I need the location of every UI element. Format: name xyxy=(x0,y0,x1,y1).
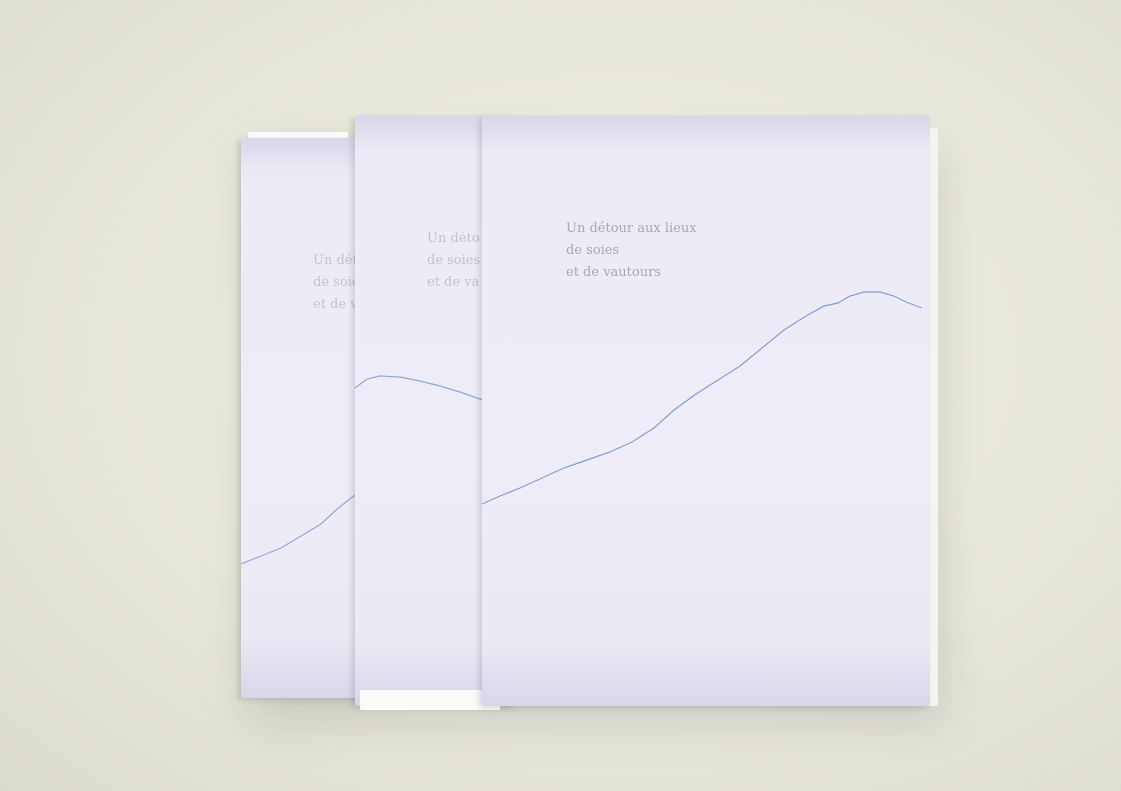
photo-scene: Un dét de soie et de va Un déto de soies… xyxy=(0,0,1121,791)
book-front-mountain-line xyxy=(482,291,923,505)
page-edge-bottom xyxy=(360,690,500,710)
book-front: Un détour aux lieux de soies et de vauto… xyxy=(482,116,930,706)
